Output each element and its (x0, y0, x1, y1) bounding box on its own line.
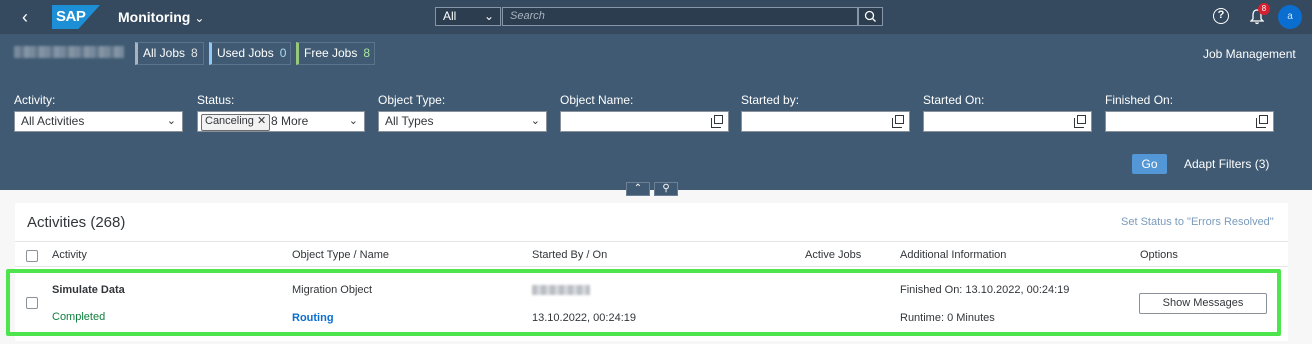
chevron-down-icon: ⌄ (530, 115, 540, 127)
adapt-filters-button[interactable]: Adapt Filters (3) (1184, 157, 1269, 171)
chip-count: 8 (363, 46, 371, 60)
divider (15, 241, 1288, 242)
started-by-input[interactable] (741, 111, 910, 132)
finished-on-input[interactable] (1105, 111, 1274, 132)
column-header-active-jobs[interactable]: Active Jobs (805, 249, 861, 261)
chevron-down-icon: ⌄ (166, 115, 176, 127)
row-highlight (6, 269, 1281, 336)
pin-header-button[interactable]: ⚲ (654, 182, 678, 196)
search-scope-select[interactable]: All ⌄ (435, 7, 501, 26)
started-on-input[interactable] (923, 111, 1092, 132)
chip-used-jobs[interactable]: Used Jobs 0 (209, 42, 291, 65)
chevron-down-icon: ⌄ (483, 9, 494, 23)
value-help-icon[interactable] (1256, 115, 1268, 128)
search-button[interactable] (858, 7, 883, 26)
help-icon[interactable]: ? (1213, 8, 1229, 24)
column-header-object[interactable]: Object Type / Name (292, 249, 389, 261)
back-icon[interactable]: ‹ (22, 8, 28, 26)
blurred-title (14, 46, 124, 58)
go-button[interactable]: Go (1132, 154, 1167, 174)
search-scope-value: All (443, 9, 457, 23)
started-on-filter-label: Started On: (923, 93, 985, 107)
status-token[interactable]: Canceling ✕ (201, 114, 271, 131)
pin-icon: ⚲ (662, 183, 670, 194)
started-by-filter-label: Started by: (741, 93, 800, 107)
set-status-button[interactable]: Set Status to "Errors Resolved" (1121, 216, 1274, 228)
chip-count: 8 (191, 46, 198, 60)
avatar[interactable]: a (1278, 5, 1302, 29)
chip-free-jobs[interactable]: Free Jobs 8 (296, 42, 375, 65)
activity-value: All Activities (21, 114, 85, 128)
activity-filter-label: Activity: (14, 93, 56, 107)
object-type-value: All Types (385, 114, 434, 128)
object-type-filter-label: Object Type: (378, 93, 446, 107)
status-token-label: Canceling (205, 115, 254, 127)
value-help-icon[interactable] (711, 115, 723, 128)
status-multiselect[interactable]: Canceling ✕ 8 More ⌄ (197, 111, 365, 132)
chip-label: All Jobs (143, 46, 186, 60)
column-header-started[interactable]: Started By / On (532, 249, 607, 261)
object-name-filter-label: Object Name: (560, 93, 634, 107)
chip-count: 0 (279, 46, 287, 60)
search-icon (864, 10, 876, 22)
chevron-down-icon: ⌄ (194, 11, 205, 25)
job-management-link[interactable]: Job Management (1203, 47, 1296, 61)
app-title: Monitoring (118, 9, 191, 25)
column-header-options[interactable]: Options (1140, 249, 1178, 261)
column-header-activity[interactable]: Activity (52, 249, 87, 261)
chip-label: Free Jobs (304, 46, 358, 60)
object-type-select[interactable]: All Types ⌄ (378, 111, 547, 132)
app-title-menu[interactable]: Monitoring ⌄ (118, 9, 204, 25)
search-input[interactable]: Search (502, 7, 858, 26)
table-title: Activities (268) (27, 214, 126, 231)
notification-badge: 8 (1258, 3, 1270, 15)
close-icon[interactable]: ✕ (257, 115, 266, 127)
object-name-input[interactable] (560, 111, 729, 132)
column-header-additional-info[interactable]: Additional Information (900, 249, 1006, 261)
select-all-checkbox[interactable] (26, 250, 38, 262)
value-help-icon[interactable] (1074, 115, 1086, 128)
value-help-icon[interactable] (892, 115, 904, 128)
finished-on-filter-label: Finished On: (1105, 93, 1174, 107)
chevron-down-icon: ⌄ (348, 115, 358, 127)
chevron-up-icon: ⌃ (633, 183, 643, 194)
divider (15, 266, 1288, 267)
collapse-header-button[interactable]: ⌃ (626, 182, 650, 196)
status-filter-label: Status: (197, 93, 235, 107)
chip-label: Used Jobs (217, 46, 274, 60)
activity-select[interactable]: All Activities ⌄ (14, 111, 183, 132)
chip-all-jobs[interactable]: All Jobs 8 (135, 42, 204, 65)
status-more[interactable]: 8 More (271, 112, 308, 131)
